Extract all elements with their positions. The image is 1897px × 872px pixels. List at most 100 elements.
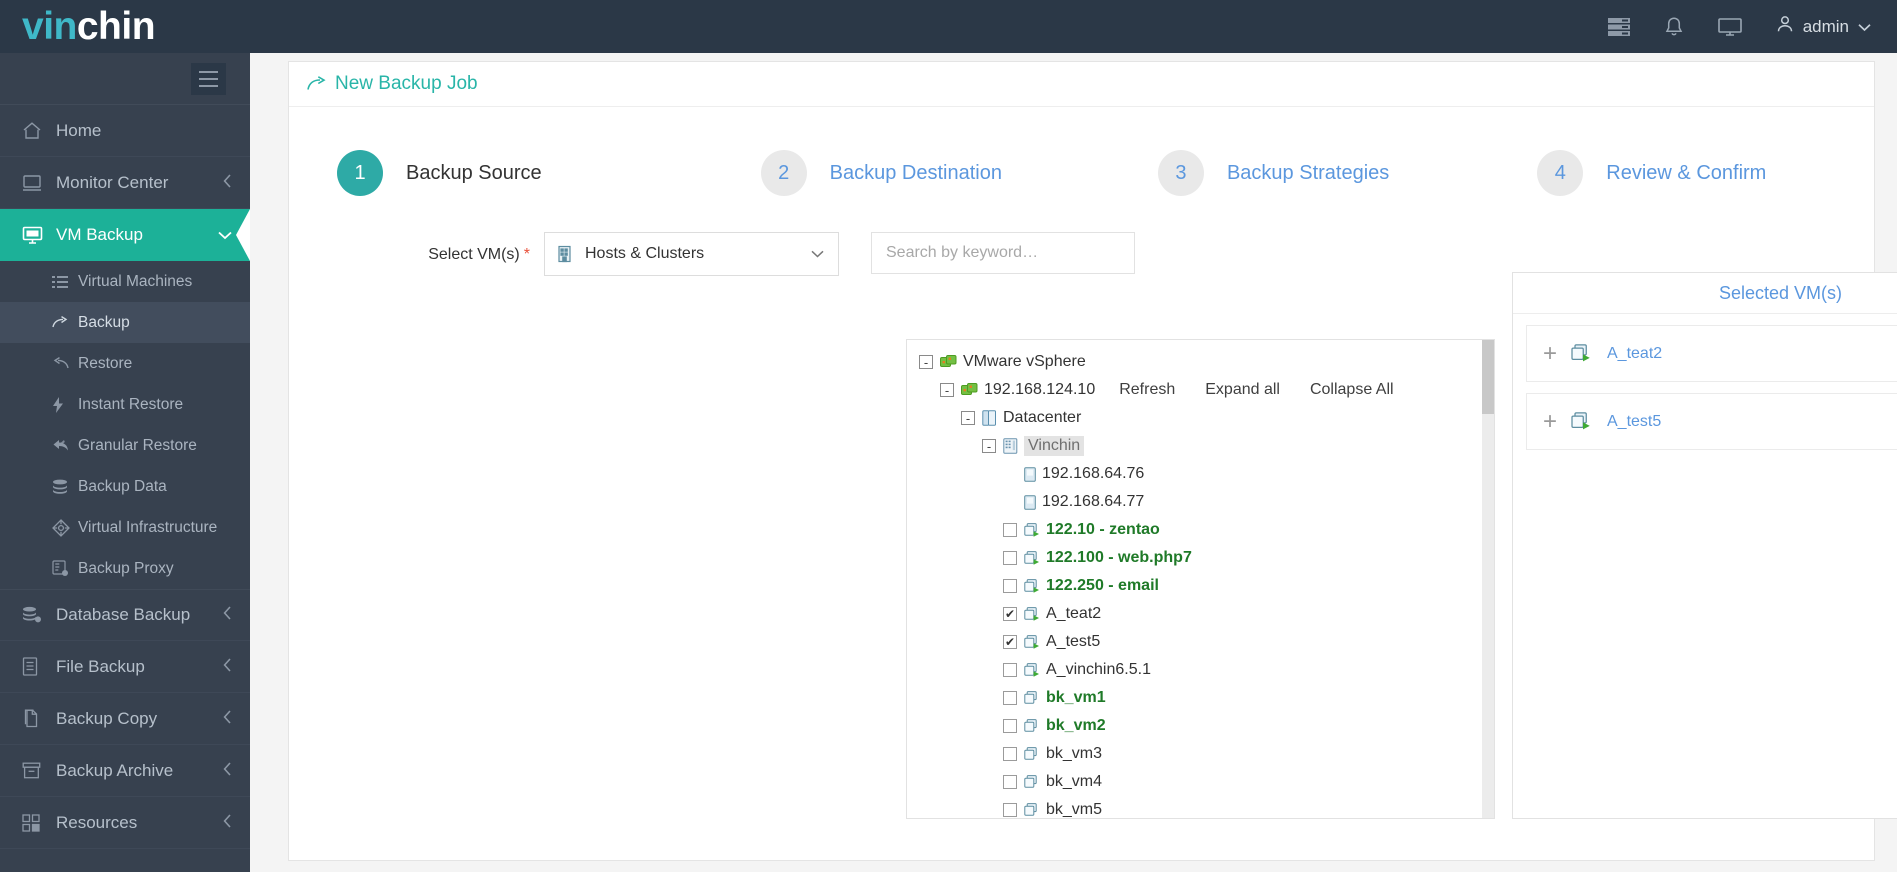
tree-node[interactable]: bk_vm4	[919, 768, 1482, 796]
content-area: New Backup Job 1 Backup Source 2 Backup …	[250, 53, 1897, 872]
view-mode-select[interactable]: Hosts & Clusters	[544, 232, 839, 276]
list-icon	[52, 275, 78, 289]
tree-checkbox[interactable]	[1003, 691, 1017, 705]
tree-checkbox[interactable]: ✔	[1003, 635, 1017, 649]
double-arrow-back-icon	[52, 439, 78, 453]
tree-node[interactable]: A_vinchin6.5.1	[919, 656, 1482, 684]
step-backup-strategies[interactable]: 3 Backup Strategies	[1157, 150, 1389, 196]
tree-node[interactable]: - Datacenter	[919, 404, 1482, 432]
collapse-all-button[interactable]: Collapse All	[1310, 381, 1394, 399]
select-vms-label: Select VM(s) *	[337, 232, 544, 264]
tree-checkbox[interactable]	[1003, 663, 1017, 677]
sidebar-item-backup-archive[interactable]: Backup Archive	[0, 745, 250, 797]
sidebar-item-file-backup[interactable]: File Backup	[0, 641, 250, 693]
user-menu[interactable]: admin	[1776, 15, 1871, 38]
tree-node[interactable]: bk_vm3	[919, 740, 1482, 768]
tree-scrollbar[interactable]	[1482, 340, 1494, 818]
step-backup-source[interactable]: 1 Backup Source	[337, 150, 542, 196]
vm-stopped-icon	[1024, 746, 1040, 762]
vm-running-icon	[1024, 634, 1040, 650]
sidebar-item-instant-restore[interactable]: Instant Restore	[0, 384, 250, 425]
sidebar-item-backup-proxy[interactable]: Backup Proxy	[0, 548, 250, 589]
step-review-confirm[interactable]: 4 Review & Confirm	[1537, 150, 1766, 196]
tree-checkbox[interactable]	[1003, 579, 1017, 593]
sidebar-item-virtual-infrastructure[interactable]: Virtual Infrastructure	[0, 507, 250, 548]
tree-checkbox[interactable]: ✔	[1003, 607, 1017, 621]
vsphere-icon	[940, 354, 957, 370]
bell-icon[interactable]	[1664, 16, 1684, 38]
tree-node-label: 192.168.124.10	[984, 381, 1096, 398]
sidebar-item-database-backup[interactable]: Database Backup	[0, 589, 250, 641]
sidebar-item-label: Monitor Center	[56, 172, 169, 192]
selected-vm-row[interactable]: + A_teat2 ✖	[1526, 325, 1897, 382]
expand-all-button[interactable]: Expand all	[1205, 381, 1280, 399]
tree-toggle-icon[interactable]: -	[919, 355, 933, 369]
server-list-icon[interactable]	[1607, 17, 1630, 36]
vm-stopped-icon	[1024, 690, 1040, 706]
sidebar-item-backup[interactable]: Backup	[0, 302, 250, 343]
host-icon	[1024, 466, 1036, 482]
tree-node[interactable]: - Vinchin	[919, 432, 1482, 460]
sidebar-item-backup-copy[interactable]: Backup Copy	[0, 693, 250, 745]
chevron-left-icon	[223, 761, 232, 781]
database-icon	[52, 479, 78, 495]
tree-toggle-icon[interactable]: -	[940, 383, 954, 397]
display-icon	[22, 226, 52, 245]
tree-node-label: A_test5	[1046, 633, 1101, 650]
tree-node[interactable]: ✔ A_test5	[919, 628, 1482, 656]
tree-node[interactable]: 192.168.64.76	[919, 460, 1482, 488]
tree-checkbox[interactable]	[1003, 523, 1017, 537]
tree-scrollbar-thumb[interactable]	[1482, 340, 1494, 414]
expand-plus-icon[interactable]: +	[1543, 340, 1571, 368]
tree-checkbox[interactable]	[1003, 719, 1017, 733]
sidebar-item-granular-restore[interactable]: Granular Restore	[0, 425, 250, 466]
tree-node[interactable]: 122.10 - zentao	[919, 516, 1482, 544]
tree-node[interactable]: bk_vm2	[919, 712, 1482, 740]
monitor-icon[interactable]	[1717, 17, 1742, 37]
selected-vm-row[interactable]: + A_test5 ✖	[1526, 393, 1897, 450]
home-icon	[22, 121, 52, 140]
tree-node[interactable]: 122.100 - web.php7	[919, 544, 1482, 572]
required-marker: *	[523, 246, 530, 263]
sidebar-item-monitor-center[interactable]: Monitor Center	[0, 157, 250, 209]
sidebar-item-label: Home	[56, 120, 102, 140]
sidebar-item-label: Database Backup	[56, 605, 191, 624]
step-indicator: 1 Backup Source 2 Backup Destination 3 B…	[289, 107, 1874, 196]
sidebar-sub-label: Backup Data	[78, 477, 167, 495]
sidebar-item-vm-backup[interactable]: VM Backup	[0, 209, 250, 261]
tree-node[interactable]: - 192.168.124.10 Refresh Expand all Coll…	[919, 376, 1482, 404]
tree-node-label: 122.250 - email	[1046, 577, 1159, 594]
search-input[interactable]	[871, 232, 1135, 274]
hamburger-icon[interactable]	[191, 62, 226, 95]
datacenter-icon	[982, 410, 997, 426]
tree-toggle-icon[interactable]: -	[961, 411, 975, 425]
tree-node[interactable]: bk_vm1	[919, 684, 1482, 712]
refresh-button[interactable]: Refresh	[1119, 381, 1175, 399]
tree-node[interactable]: bk_vm5	[919, 796, 1482, 818]
app-logo[interactable]: vin chin	[0, 0, 262, 53]
tree-checkbox[interactable]	[1003, 775, 1017, 789]
step-backup-destination[interactable]: 2 Backup Destination	[760, 150, 1002, 196]
chevron-left-icon	[223, 709, 232, 729]
copy-icon	[22, 709, 52, 728]
tree-node[interactable]: ✔ A_teat2	[919, 600, 1482, 628]
sidebar-item-virtual-machines[interactable]: Virtual Machines	[0, 261, 250, 302]
expand-plus-icon[interactable]: +	[1543, 408, 1571, 436]
tree-checkbox[interactable]	[1003, 803, 1017, 817]
cluster-icon	[1003, 438, 1018, 454]
tree-node[interactable]: 122.250 - email	[919, 572, 1482, 600]
tree-node[interactable]: - VMware vSphere	[919, 348, 1482, 376]
sidebar-item-backup-data[interactable]: Backup Data	[0, 466, 250, 507]
tree-toggle-icon[interactable]: -	[982, 439, 996, 453]
vm-running-icon	[1024, 606, 1040, 622]
tree-checkbox[interactable]	[1003, 551, 1017, 565]
sidebar-item-home[interactable]: Home	[0, 105, 250, 157]
vm-running-icon	[1571, 412, 1591, 431]
chevron-left-icon	[223, 657, 232, 677]
sidebar-item-resources[interactable]: Resources	[0, 797, 250, 849]
vm-running-icon	[1024, 662, 1040, 678]
sidebar-item-restore[interactable]: Restore	[0, 343, 250, 384]
tree-node[interactable]: 192.168.64.77	[919, 488, 1482, 516]
vm-tree-panel: - VMware vSphere - 192.168.124.10 Refres…	[906, 339, 1495, 819]
tree-checkbox[interactable]	[1003, 747, 1017, 761]
